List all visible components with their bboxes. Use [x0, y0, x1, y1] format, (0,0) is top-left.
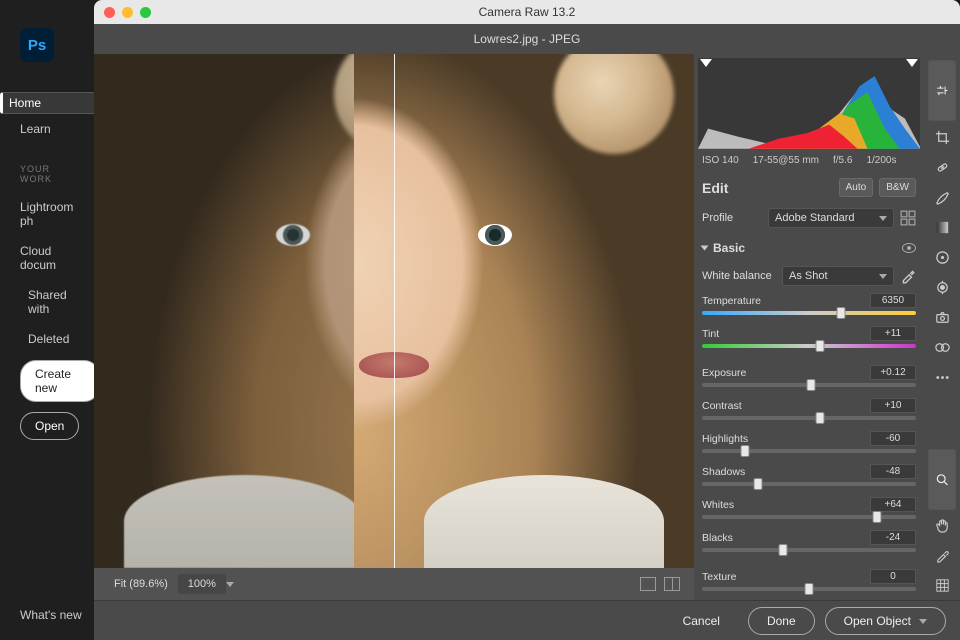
exif-shutter: 1/200s: [866, 155, 896, 166]
exif-row: ISO 140 17-55@55 mm f/5.6 1/200s: [694, 151, 924, 172]
exif-fstop: f/5.6: [833, 155, 852, 166]
shadows-slider[interactable]: Shadows-48: [694, 462, 924, 495]
whites-value[interactable]: +64: [870, 497, 916, 512]
crop-tool-icon[interactable]: [928, 123, 956, 151]
hand-tool-icon[interactable]: [928, 512, 956, 540]
image-canvas: Fit (89.6%) 100%: [94, 54, 694, 600]
exposure-slider[interactable]: Exposure+0.12: [694, 363, 924, 396]
titlebar: Camera Raw 13.2: [94, 0, 960, 24]
split-view-icon[interactable]: [664, 577, 680, 591]
profile-select[interactable]: Adobe Standard: [768, 208, 894, 228]
file-format: JPEG: [549, 32, 580, 46]
healing-tool-icon[interactable]: [928, 153, 956, 181]
done-button[interactable]: Done: [748, 607, 815, 635]
highlights-slider[interactable]: Highlights-60: [694, 429, 924, 462]
white-balance-label: White balance: [702, 270, 776, 282]
tint-knob[interactable]: [815, 340, 824, 352]
tool-strip: [924, 54, 960, 600]
shadows-knob[interactable]: [753, 478, 762, 490]
histogram[interactable]: [698, 58, 920, 147]
profile-label: Profile: [702, 212, 762, 224]
home-nav-home[interactable]: Home: [0, 92, 100, 114]
local-brush-tool-icon[interactable]: [928, 183, 956, 211]
snapshot-tool-icon[interactable]: [928, 303, 956, 331]
presets-icon[interactable]: [928, 333, 956, 361]
texture-value[interactable]: 0: [870, 569, 916, 584]
zoom-100-button[interactable]: 100%: [178, 574, 226, 594]
view-bar: Fit (89.6%) 100%: [94, 568, 694, 600]
zoom-fit-button[interactable]: Fit (89.6%): [104, 574, 178, 594]
zoom-menu-caret-icon[interactable]: [226, 582, 234, 587]
highlights-knob[interactable]: [740, 445, 749, 457]
photoshop-home-sidebar: Ps Home Learn YOUR WORK Lightroom ph Clo…: [0, 0, 100, 640]
tint-slider[interactable]: Tint+11: [694, 324, 924, 357]
edit-tool-icon[interactable]: [928, 60, 956, 121]
texture-slider[interactable]: Texture0: [694, 567, 924, 600]
whats-new-link[interactable]: What's new: [20, 608, 82, 622]
shadows-value[interactable]: -48: [870, 464, 916, 479]
blacks-value[interactable]: -24: [870, 530, 916, 545]
temperature-knob[interactable]: [837, 307, 846, 319]
exif-iso: ISO 140: [702, 155, 739, 166]
radial-gradient-tool-icon[interactable]: [928, 243, 956, 271]
home-nav-learn[interactable]: Learn: [0, 114, 100, 144]
blacks-slider[interactable]: Blacks-24: [694, 528, 924, 561]
white-balance-select[interactable]: As Shot: [782, 266, 894, 286]
profile-browser-icon[interactable]: [900, 210, 916, 226]
whites-slider[interactable]: Whites+64: [694, 495, 924, 528]
exposure-knob[interactable]: [807, 379, 816, 391]
texture-knob[interactable]: [805, 583, 814, 595]
close-window-icon[interactable]: [104, 7, 115, 18]
create-new-button[interactable]: Create new: [20, 360, 100, 402]
open-button[interactable]: Open: [20, 412, 79, 440]
file-name: Lowres2.jpg: [474, 32, 539, 46]
home-nav-shared[interactable]: Shared with: [0, 280, 100, 324]
contrast-value[interactable]: +10: [870, 398, 916, 413]
open-object-button[interactable]: Open Object: [825, 607, 946, 635]
minimize-window-icon[interactable]: [122, 7, 133, 18]
contrast-knob[interactable]: [815, 412, 824, 424]
redeye-tool-icon[interactable]: [928, 273, 956, 301]
footer: Cancel Done Open Object: [94, 600, 960, 640]
color-sampler-tool-icon[interactable]: [928, 542, 956, 570]
grid-icon[interactable]: [928, 572, 956, 600]
whites-knob[interactable]: [873, 511, 882, 523]
exposure-value[interactable]: +0.12: [870, 365, 916, 380]
basic-visibility-icon[interactable]: [902, 243, 916, 253]
edit-title: Edit: [702, 180, 833, 196]
single-view-icon[interactable]: [640, 577, 656, 591]
window-title: Camera Raw 13.2: [479, 5, 576, 19]
home-nav-cloud[interactable]: Cloud docum: [0, 236, 100, 280]
home-nav-deleted[interactable]: Deleted: [0, 324, 100, 354]
contrast-slider[interactable]: Contrast+10: [694, 396, 924, 429]
home-nav-lightroom[interactable]: Lightroom ph: [0, 192, 100, 236]
temperature-value[interactable]: 6350: [870, 293, 916, 308]
preview-image[interactable]: [94, 54, 694, 568]
camera-raw-window: Camera Raw 13.2 Lowres2.jpg - JPEG Fit (…: [94, 0, 960, 640]
maximize-window-icon[interactable]: [140, 7, 151, 18]
cancel-button[interactable]: Cancel: [665, 608, 738, 634]
tint-value[interactable]: +11: [870, 326, 916, 341]
your-work-header: YOUR WORK: [0, 144, 100, 192]
basic-disclosure-icon[interactable]: [701, 246, 709, 251]
highlights-value[interactable]: -60: [870, 431, 916, 446]
auto-button[interactable]: Auto: [839, 178, 874, 197]
file-header: Lowres2.jpg - JPEG: [94, 24, 960, 54]
zoom-tool-icon[interactable]: [928, 449, 956, 510]
blacks-knob[interactable]: [779, 544, 788, 556]
photoshop-logo: Ps: [20, 28, 54, 62]
more-icon[interactable]: [928, 363, 956, 391]
exif-lens: 17-55@55 mm: [753, 155, 819, 166]
edit-panel: ISO 140 17-55@55 mm f/5.6 1/200s Edit Au…: [694, 54, 924, 600]
temperature-slider[interactable]: Temperature6350: [694, 291, 924, 324]
white-balance-eyedropper-icon[interactable]: [900, 268, 916, 284]
linear-gradient-tool-icon[interactable]: [928, 213, 956, 241]
before-after-divider[interactable]: [394, 54, 395, 568]
basic-section-title[interactable]: Basic: [713, 241, 896, 255]
bw-button[interactable]: B&W: [879, 178, 916, 197]
